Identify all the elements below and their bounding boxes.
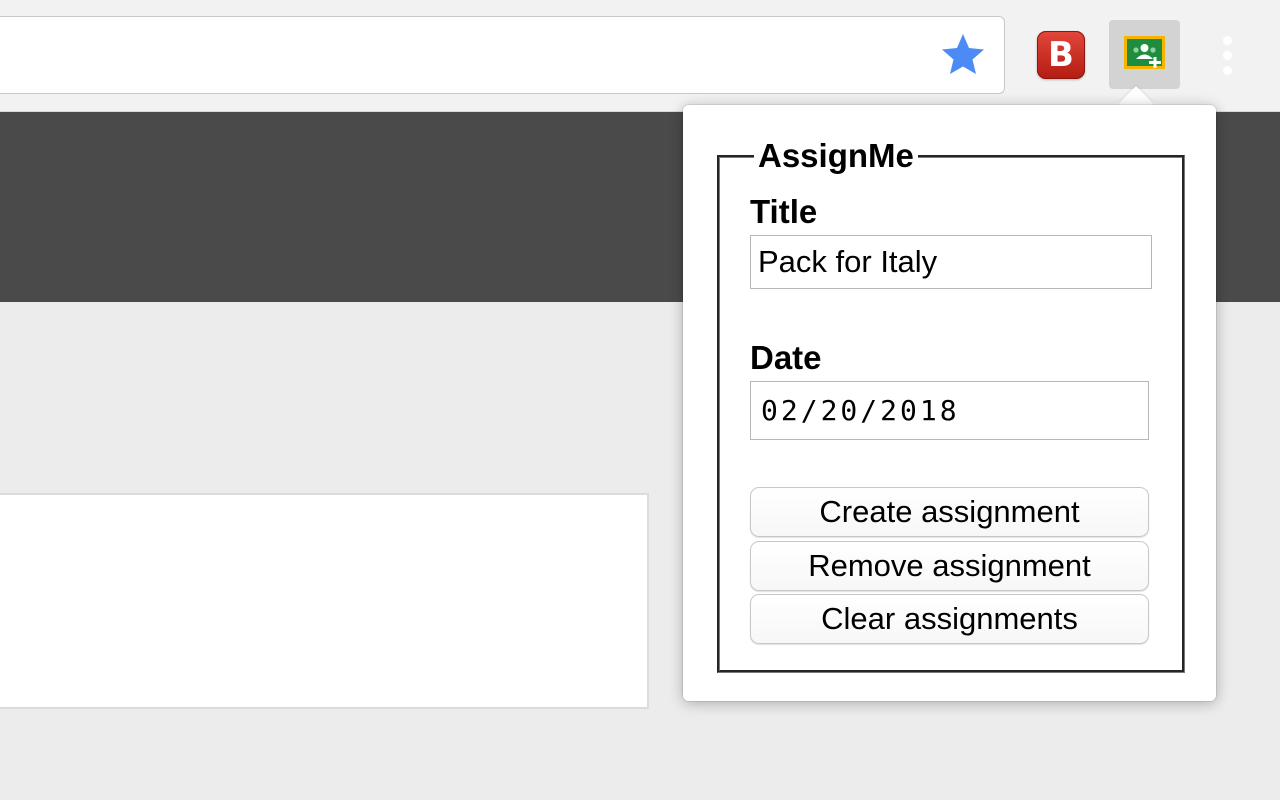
popup-body: AssignMe Title Date Create assignment Re… bbox=[683, 105, 1216, 701]
title-input[interactable] bbox=[750, 235, 1152, 289]
assignme-popup: AssignMe Title Date Create assignment Re… bbox=[683, 105, 1216, 701]
google-classroom-extension-button[interactable] bbox=[1109, 20, 1180, 89]
address-bar[interactable] bbox=[0, 16, 1005, 94]
title-label: Title bbox=[750, 193, 818, 230]
clear-assignments-button[interactable]: Clear assignments bbox=[750, 594, 1149, 644]
remove-assignment-button[interactable]: Remove assignment bbox=[750, 541, 1149, 591]
browser-toolbar: B bbox=[0, 0, 1280, 112]
vertical-dots-icon[interactable] bbox=[1216, 30, 1240, 80]
b-extension-letter: B bbox=[1037, 31, 1085, 79]
popup-legend: AssignMe bbox=[758, 137, 914, 174]
google-classroom-icon bbox=[1124, 36, 1165, 69]
date-input[interactable] bbox=[750, 381, 1149, 440]
create-assignment-button[interactable]: Create assignment bbox=[750, 487, 1149, 537]
date-label: Date bbox=[750, 339, 822, 376]
b-extension-icon[interactable]: B bbox=[1037, 31, 1085, 79]
star-icon[interactable] bbox=[938, 30, 988, 80]
content-card bbox=[0, 493, 649, 709]
